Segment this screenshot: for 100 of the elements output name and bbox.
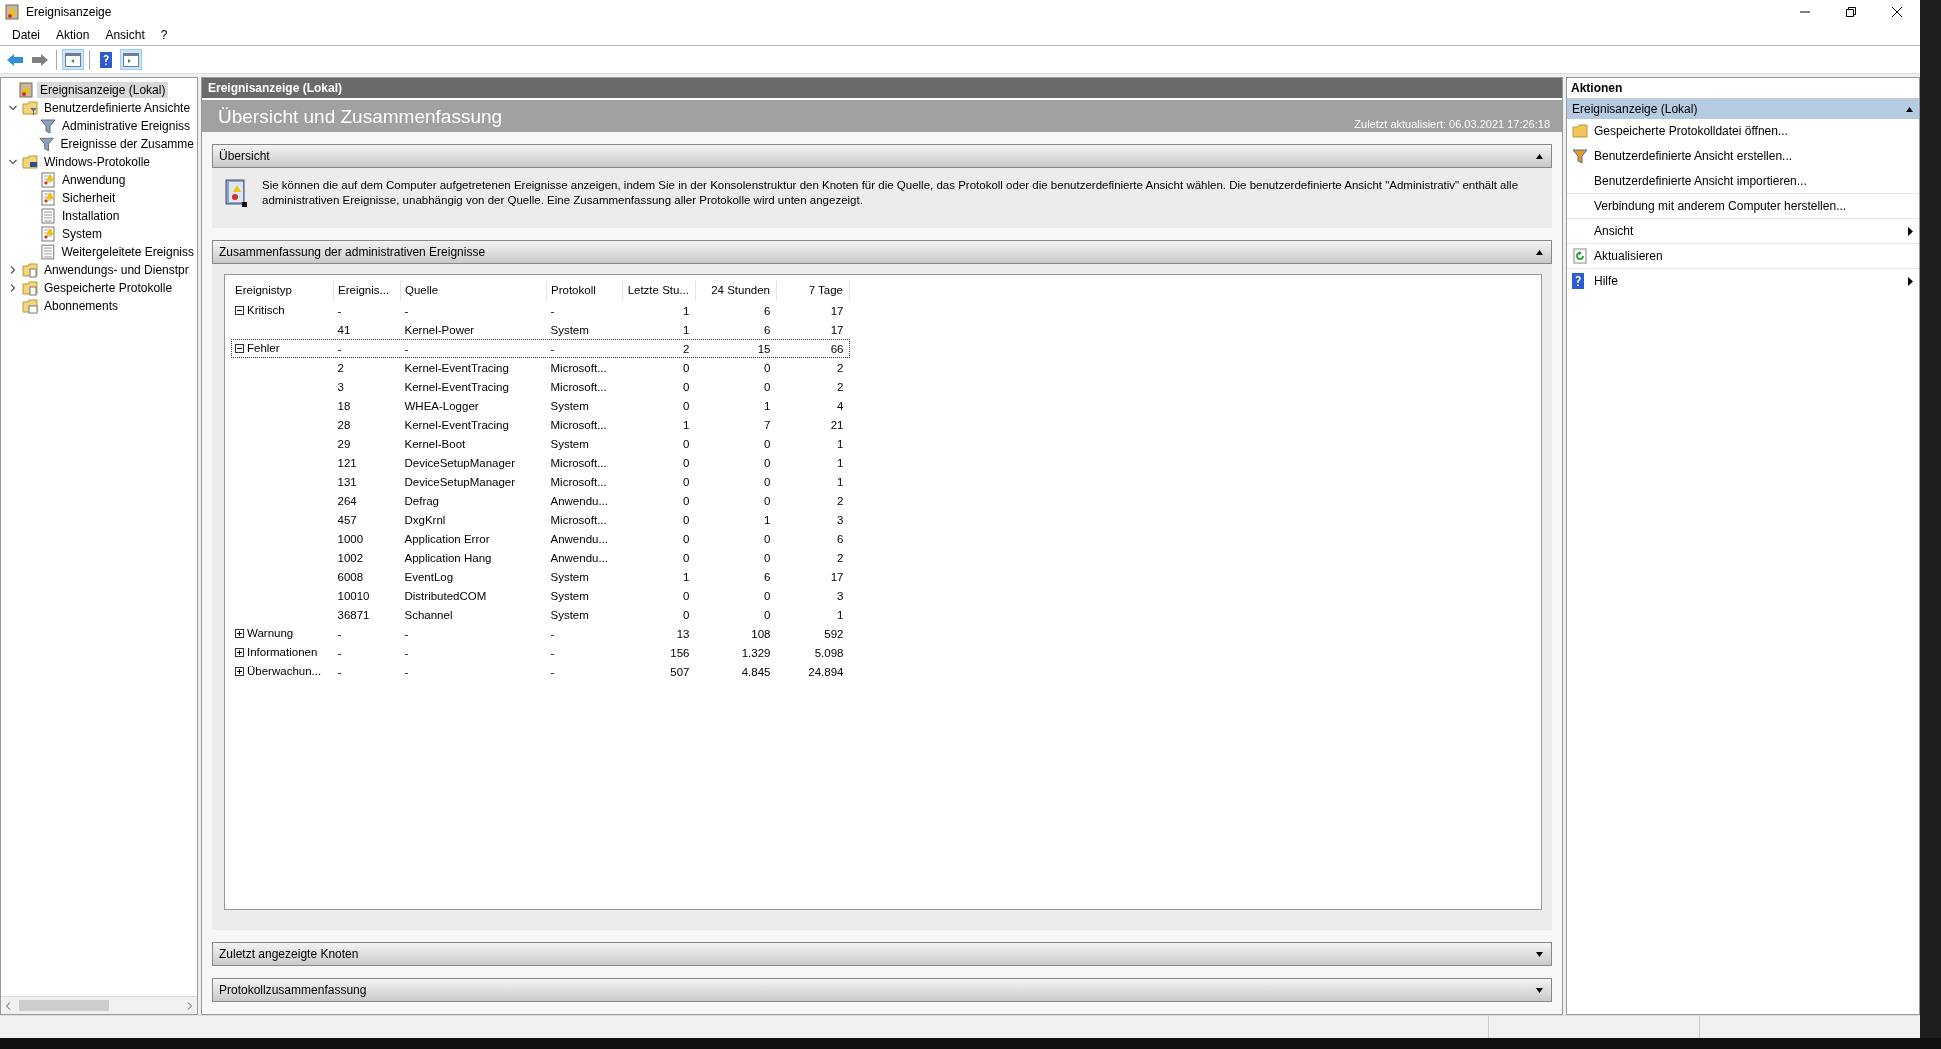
table-cell: Schannel [404, 608, 453, 621]
tree-item[interactable]: Anwendung [59, 172, 129, 188]
log-warning-icon [40, 190, 56, 206]
column-header[interactable]: Protokoll [546, 281, 623, 301]
action-item[interactable]: Benutzerdefinierte Ansicht importieren... [1567, 169, 1919, 194]
table-cell: 17 [830, 570, 844, 583]
column-header[interactable]: Ereignistyp [231, 281, 334, 301]
column-header[interactable]: Letzte Stu... [622, 281, 696, 301]
group-row[interactable]: Informationen - - - 156 1.329 5.098 [231, 643, 850, 662]
table-cell: 21 [830, 418, 844, 431]
table-cell: 0 [683, 608, 690, 621]
table-cell: 1.329 [741, 646, 771, 659]
tree-item[interactable]: System [59, 226, 105, 242]
folder-document-icon [22, 262, 38, 278]
column-header[interactable]: Quelle [400, 281, 547, 301]
action-group-header[interactable]: Ereignisanzeige (Lokal) [1567, 99, 1919, 119]
toolbar-button[interactable] [62, 49, 84, 70]
group-row[interactable]: Warnung - - - 13 108 592 [231, 624, 850, 643]
table-cell: Microsoft... [550, 361, 607, 374]
action-item[interactable]: Verbindung mit anderem Computer herstellen... [1567, 194, 1919, 219]
table-cell: 28 [337, 418, 351, 431]
tree-item[interactable]: Ereignisanzeige (Lokal) [37, 82, 169, 98]
table-cell: 0 [683, 361, 690, 374]
column-header[interactable]: Ereignis... [333, 281, 401, 301]
tree-item[interactable]: Sicherheit [59, 190, 119, 206]
action-item[interactable]: Hilfe [1567, 269, 1919, 294]
table-cell: WHEA-Logger [404, 399, 479, 412]
table-cell: Microsoft... [550, 418, 607, 431]
column-header[interactable]: 7 Tage [776, 281, 850, 301]
folder-filter-icon [22, 100, 38, 116]
section-header[interactable]: Übersicht [212, 144, 1552, 168]
tree-item[interactable]: Ereignisse der Zusamme [57, 136, 197, 152]
table-cell: - [337, 665, 342, 678]
folder-icon [1572, 123, 1588, 139]
folder-computer-icon [22, 154, 38, 170]
table-cell: 108 [751, 627, 771, 640]
expand-arrow-icon [1536, 987, 1543, 993]
table-cell: DeviceSetupManager [404, 475, 516, 488]
table-cell: System [550, 323, 589, 336]
folder-document-icon [22, 280, 38, 296]
table-cell: 36871 [337, 608, 370, 621]
toolbar-button[interactable] [120, 49, 142, 70]
group-row[interactable]: Fehler - - - 2 15 66 [231, 339, 850, 358]
menu-item[interactable]: ? [154, 27, 174, 42]
table-cell: 0 [764, 551, 771, 564]
forward-arrow-icon [32, 52, 48, 67]
section-header[interactable]: Zusammenfassung der administrativen Ereignisse [212, 240, 1552, 264]
table-cell: 0 [683, 532, 690, 545]
table-cell: 1 [683, 304, 690, 317]
table-cell: 15 [757, 342, 771, 355]
table-cell: 4 [837, 399, 844, 412]
table-cell: 0 [764, 380, 771, 393]
table-cell: - [404, 665, 409, 678]
table-cell: 4.845 [741, 665, 771, 678]
tree-item[interactable]: Anwendungs- und Dienstpr [41, 262, 192, 278]
tree-item[interactable]: Abonnements [41, 298, 122, 314]
table-cell: - [404, 646, 409, 659]
table-cell: Kritisch [247, 304, 285, 317]
table-cell: 0 [683, 513, 690, 526]
table-cell: Kernel-EventTracing [404, 418, 509, 431]
tree-item[interactable]: Administrative Ereigniss [59, 118, 194, 134]
table-cell: 10010 [337, 589, 370, 602]
table-cell: System [550, 570, 589, 583]
action-item[interactable]: Ansicht [1567, 219, 1919, 244]
menu-item[interactable]: Ansicht [99, 27, 151, 42]
table-cell: 1000 [337, 532, 364, 545]
table-cell: - [337, 304, 342, 317]
pane-icon [123, 52, 139, 67]
section-header[interactable]: Protokollzusammenfassung [212, 978, 1552, 1002]
tree-item[interactable]: Gespeicherte Protokolle [41, 280, 176, 296]
group-row[interactable]: Überwachun... - - - 507 4.845 24.894 [231, 662, 850, 681]
action-item[interactable]: Aktualisieren [1567, 244, 1919, 269]
column-header[interactable]: 24 Stunden [695, 281, 777, 301]
section-header[interactable]: Zuletzt angezeigte Knoten [212, 942, 1552, 966]
tree-item[interactable]: Installation [59, 208, 123, 224]
table-cell: 0 [683, 380, 690, 393]
table-cell: 1 [764, 513, 771, 526]
action-item[interactable]: Gespeicherte Protokolldatei öffnen... [1567, 119, 1919, 144]
group-row[interactable]: Kritisch - - - 1 6 17 [231, 301, 850, 320]
filter-icon [40, 118, 56, 134]
action-item[interactable]: Benutzerdefinierte Ansicht erstellen... [1567, 144, 1919, 169]
tree-item[interactable]: Windows-Protokolle [41, 154, 154, 170]
tree-item[interactable]: Weitergeleitete Ereigniss [58, 244, 197, 260]
table-cell: 0 [683, 551, 690, 564]
menu-item[interactable]: Datei [6, 27, 46, 42]
table-cell: Application Hang [404, 551, 492, 564]
table-cell: - [337, 627, 342, 640]
tree-item[interactable]: Benutzerdefinierte Ansichte [41, 100, 194, 116]
table-cell: 2 [837, 551, 844, 564]
horizontal-scrollbar[interactable] [1, 996, 197, 1014]
back-arrow-icon [7, 52, 23, 67]
collapse-arrow-icon [1536, 249, 1543, 255]
table-cell: - [550, 646, 555, 659]
table-cell: System [550, 608, 589, 621]
table-cell: Anwendu... [550, 551, 609, 564]
menu-item[interactable]: Aktion [50, 27, 96, 42]
log-warning-icon [40, 172, 56, 188]
table-cell: Kernel-Boot [404, 437, 466, 450]
table-cell: 1 [764, 399, 771, 412]
table-cell: 0 [764, 608, 771, 621]
